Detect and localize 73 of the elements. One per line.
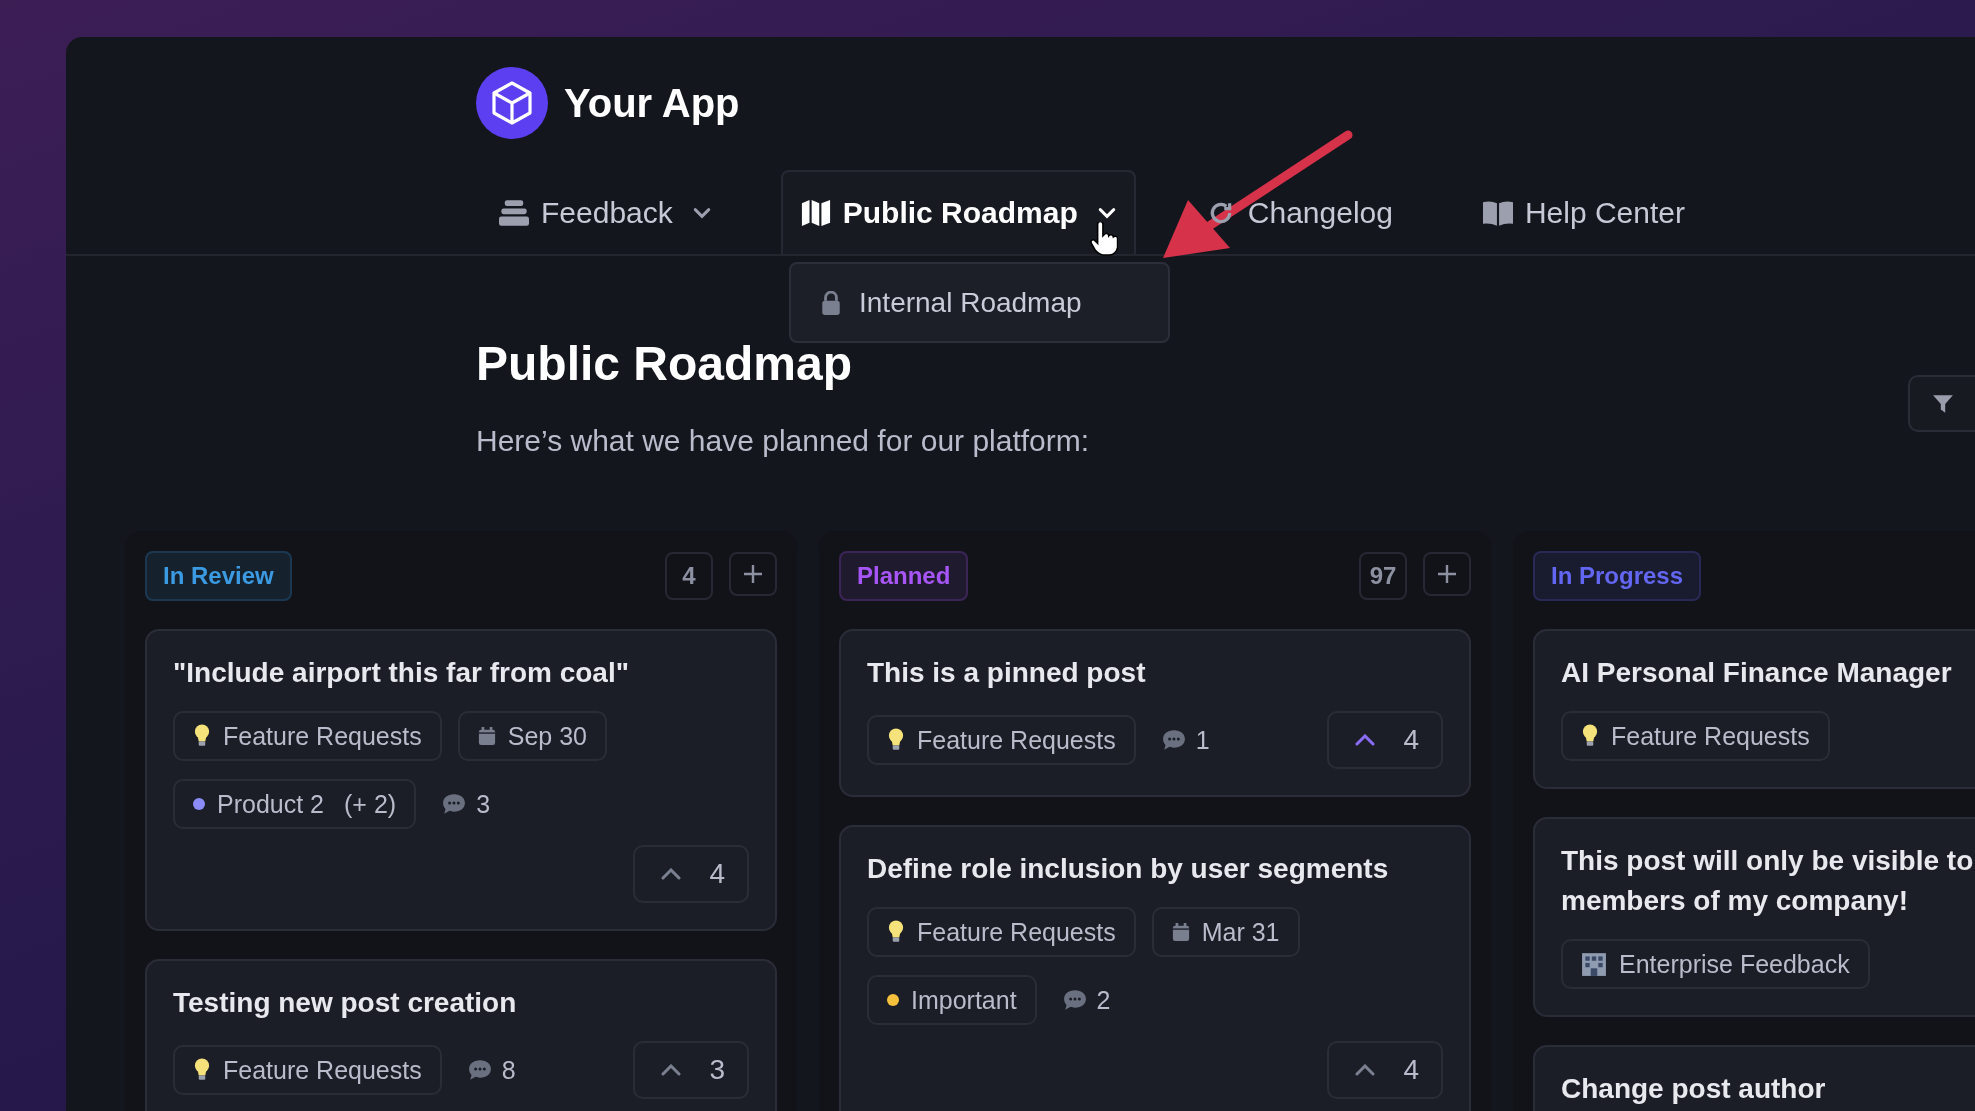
upvote-button[interactable]: 4 [1327, 1041, 1443, 1099]
status-badge: In Progress [1533, 551, 1702, 601]
post-title: Define role inclusion by user segments [867, 852, 1390, 886]
post-title: "Include airport this far from coal" [173, 656, 630, 690]
due-date-tag: Sep 30 [457, 711, 607, 761]
lock-icon [821, 290, 841, 315]
comment-count: 3 [476, 789, 491, 819]
post-card[interactable]: This post will only be visible to members of my company! Enterprise Feedback [1533, 817, 1975, 1017]
filter-icon [1932, 392, 1954, 415]
post-count: 4 [665, 552, 713, 600]
post-card[interactable]: Define role inclusion by user segments Feature Requests Mar 31 Important 2 4 [839, 825, 1471, 1111]
post-card[interactable]: AI Personal Finance Manager Feature Requests [1533, 629, 1975, 789]
post-card[interactable]: Testing new post creation Feature Requests 8 3 [145, 959, 777, 1111]
label-tag: Important [867, 975, 1037, 1025]
post-count: 97 [1359, 552, 1407, 600]
post-card[interactable]: "Include airport this far from coal" Feature Requests Sep 30 Product 2 (+ 2) 3 4 [145, 629, 777, 931]
category-tag: Feature Requests [1561, 711, 1830, 761]
nav-tab[interactable]: Feedback [479, 170, 731, 254]
add-button[interactable] [1423, 552, 1471, 596]
comment-icon [1161, 729, 1186, 751]
page-title: Public Roadmap [476, 336, 854, 392]
building-icon [1581, 952, 1607, 976]
nav-tab[interactable]: Public Roadmap [780, 170, 1136, 254]
caret-up-icon [1355, 1064, 1376, 1076]
caret-up-icon [661, 1064, 682, 1076]
stack-icon [499, 200, 529, 226]
caret-up-icon [661, 868, 682, 880]
cube-logo-icon [476, 67, 548, 139]
post-title: Testing new post creation [173, 986, 518, 1020]
nav-tab[interactable]: Help Center [1462, 170, 1705, 254]
post-title: Change post author [1561, 1072, 1827, 1106]
category-tag: Feature Requests [867, 907, 1136, 957]
plus-icon [743, 564, 763, 584]
comment-count: 8 [501, 1055, 516, 1085]
post-title: This is a pinned post [867, 656, 1147, 690]
lightbulb-icon [887, 920, 905, 944]
status-badge: In Review [145, 551, 292, 601]
category-tag: Feature Requests [173, 1045, 442, 1095]
nav-tab[interactable]: Changelog [1185, 170, 1413, 254]
post-card[interactable]: Change post author [1533, 1045, 1975, 1111]
hand-cursor-icon [1090, 222, 1118, 256]
lightbulb-icon [887, 728, 905, 752]
calendar-icon [1171, 920, 1190, 944]
calendar-icon [477, 724, 496, 748]
status-badge: Planned [839, 551, 969, 601]
caret-up-icon [1355, 734, 1376, 746]
comment-icon [467, 1059, 492, 1081]
upvote-button[interactable]: 4 [1327, 711, 1443, 769]
menu-item[interactable]: Internal Roadmap [821, 286, 1082, 319]
add-button[interactable] [729, 552, 777, 596]
post-title: AI Personal Finance Manager [1561, 656, 1953, 690]
category-tag: Enterprise Feedback [1561, 939, 1870, 989]
category-tag: Feature Requests [173, 711, 442, 761]
category-tag: Feature Requests [867, 715, 1136, 765]
lightbulb-icon [193, 1058, 211, 1082]
plus-icon [1437, 564, 1457, 584]
filter-button[interactable] [1908, 375, 1975, 432]
lightbulb-icon [1581, 724, 1599, 748]
label-tag: Product 2 (+ 2) [173, 779, 417, 829]
map-icon [800, 200, 831, 226]
page-subtitle: Here’s what we have planned for our platform: [476, 424, 1090, 458]
comment-count: 1 [1195, 725, 1210, 755]
app-name: Your App [564, 80, 740, 126]
comment-icon [442, 793, 467, 815]
comment-count: 2 [1096, 985, 1111, 1015]
post-card[interactable]: This is a pinned post Feature Requests 1 4 [839, 629, 1471, 797]
due-date-tag: Mar 31 [1151, 907, 1300, 957]
upvote-button[interactable]: 3 [633, 1041, 749, 1099]
comment-icon [1062, 989, 1087, 1011]
post-title: This post will only be visible to members of my company! [1561, 844, 1975, 918]
book-icon [1482, 200, 1513, 226]
upvote-button[interactable]: 4 [633, 845, 749, 903]
lightbulb-icon [193, 724, 211, 748]
